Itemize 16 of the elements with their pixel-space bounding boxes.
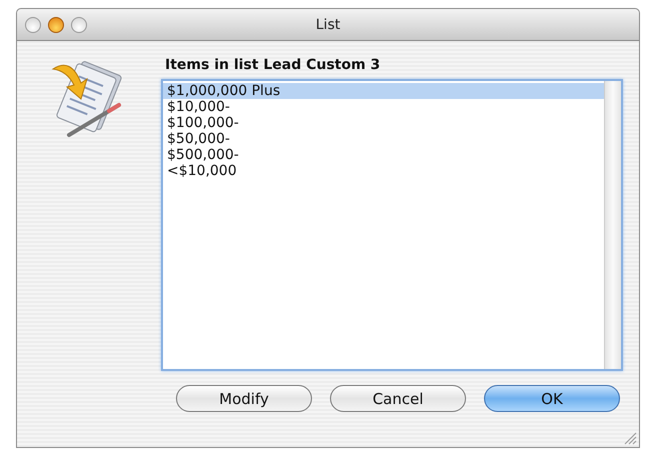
list-item[interactable]: <$10,000 xyxy=(163,163,604,179)
list-item[interactable]: $50,000- xyxy=(163,131,604,147)
close-button[interactable] xyxy=(25,16,41,32)
list-item[interactable]: $100,000- xyxy=(163,115,604,131)
dialog-button[interactable]: Modify xyxy=(176,385,312,412)
resize-grip-icon[interactable] xyxy=(623,431,637,445)
minimize-button[interactable] xyxy=(48,16,64,32)
zoom-button[interactable] xyxy=(71,16,87,32)
default-button[interactable]: OK xyxy=(484,385,620,412)
window-title: List xyxy=(316,16,340,32)
list-label: Items in list Lead Custom 3 xyxy=(165,57,382,73)
list-item[interactable]: $500,000- xyxy=(163,147,604,163)
scrollbar[interactable] xyxy=(604,81,621,369)
list-item[interactable]: $1,000,000 Plus xyxy=(163,83,604,99)
list-item[interactable]: $10,000- xyxy=(163,99,604,115)
dialog-button[interactable]: Cancel xyxy=(330,385,466,412)
